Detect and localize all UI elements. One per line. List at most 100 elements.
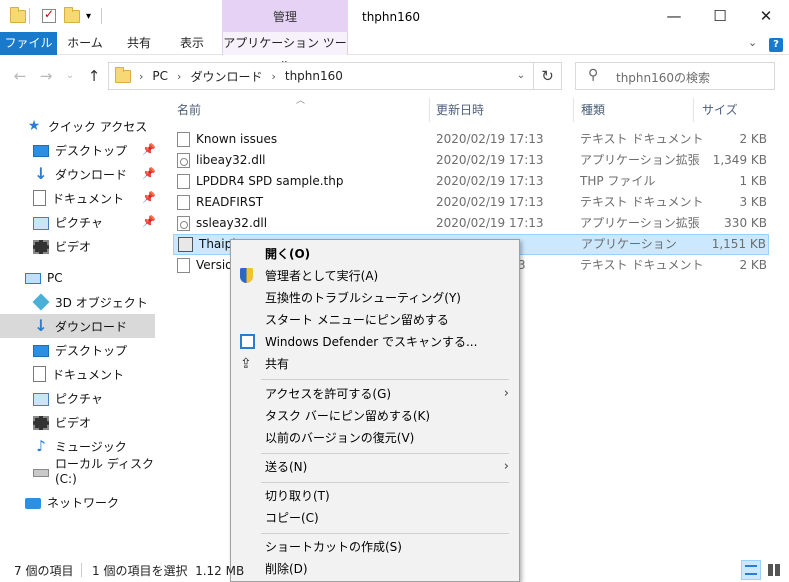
column-header-size[interactable]: サイズ — [702, 98, 762, 122]
menu-item-restore-previous-versions[interactable]: 以前のバージョンの復元(V) — [231, 427, 519, 449]
column-header-name[interactable]: 名前 — [177, 98, 427, 122]
menu-separator — [261, 533, 509, 534]
breadcrumb-separator: › — [139, 69, 144, 83]
nav-pc-desktop[interactable]: デスクトップ — [0, 338, 155, 362]
nav-pc-3d-objects[interactable]: 3D オブジェクト — [0, 290, 155, 314]
download-icon: ↓ — [34, 316, 48, 335]
file-name: READFIRST — [196, 195, 264, 209]
breadcrumb-separator[interactable]: › — [177, 70, 181, 83]
nav-quick-pictures[interactable]: ピクチャ — [0, 210, 155, 234]
properties-icon[interactable] — [42, 0, 56, 32]
tab-application-tools[interactable]: アプリケーション ツール — [222, 32, 348, 73]
menu-label: 送る(N) — [265, 460, 308, 474]
column-divider[interactable] — [429, 98, 430, 122]
file-type: アプリケーション拡張 — [580, 153, 700, 167]
nav-pc[interactable]: PC — [0, 266, 155, 290]
menu-item-cut[interactable]: 切り取り(T) — [231, 485, 519, 507]
qat-separator — [101, 0, 102, 32]
document-icon — [33, 190, 46, 206]
file-size: 2 KB — [739, 132, 767, 146]
file-row[interactable]: libeay32.dll 2020/02/19 17:13 アプリケーション拡張… — [173, 150, 769, 171]
forward-button[interactable]: → — [36, 66, 56, 86]
column-divider[interactable] — [693, 98, 694, 122]
nav-pc-downloads[interactable]: ↓ ダウンロード — [0, 314, 155, 338]
tab-share[interactable]: 共有 — [114, 32, 164, 55]
file-type: THP ファイル — [580, 174, 656, 188]
breadcrumb-separator[interactable]: › — [271, 70, 275, 83]
menu-label: Windows Defender でスキャンする... — [265, 335, 478, 349]
menu-label: コピー(C) — [265, 511, 319, 525]
nav-label: ドキュメント — [52, 191, 125, 206]
back-button[interactable]: ← — [10, 66, 30, 86]
nav-quick-access[interactable]: ★ クイック アクセス — [0, 114, 155, 138]
menu-item-run-as-admin[interactable]: 管理者として実行(A) — [231, 265, 519, 287]
menu-label: ショートカットの作成(S) — [265, 540, 402, 554]
menu-item-pin-to-start[interactable]: スタート メニューにピン留めする — [231, 309, 519, 331]
file-row[interactable]: Known issues 2020/02/19 17:13 テキスト ドキュメン… — [173, 129, 769, 150]
nav-pc-video[interactable]: ビデオ — [0, 410, 155, 434]
tab-file[interactable]: ファイル — [0, 32, 57, 55]
maximize-button[interactable]: ☐ — [697, 0, 743, 32]
context-menu: 開く(O) 管理者として実行(A) 互換性のトラブルシューティング(Y) スター… — [230, 239, 520, 582]
menu-item-share[interactable]: ⇪ 共有 — [231, 353, 519, 375]
menu-item-give-access[interactable]: アクセスを許可する(G) › — [231, 383, 519, 405]
text-file-icon — [177, 132, 190, 147]
menu-item-copy[interactable]: コピー(C) — [231, 507, 519, 529]
file-date: 2020/02/19 17:13 — [436, 216, 544, 230]
nav-pc-pictures[interactable]: ピクチャ — [0, 386, 155, 410]
nav-pc-documents[interactable]: ドキュメント — [0, 362, 155, 386]
thp-file-icon — [177, 174, 190, 189]
file-type: アプリケーション — [581, 237, 677, 251]
nav-quick-desktop[interactable]: デスクトップ — [0, 138, 155, 162]
help-icon[interactable]: ? — [769, 38, 783, 52]
breadcrumb-current-folder[interactable]: thphn160 — [285, 69, 343, 83]
nav-label: デスクトップ — [55, 143, 128, 158]
column-divider[interactable] — [573, 98, 574, 122]
customize-qat-icon[interactable]: ▾ — [86, 0, 91, 32]
file-row[interactable]: ssleay32.dll 2020/02/19 17:13 アプリケーション拡張… — [173, 213, 769, 234]
column-header-date[interactable]: 更新日時 — [436, 98, 571, 122]
collapse-ribbon-icon[interactable]: ⌄ — [748, 36, 757, 49]
new-folder-icon[interactable] — [64, 0, 80, 32]
menu-item-delete[interactable]: 削除(D) — [231, 558, 519, 580]
share-icon: ⇪ — [240, 356, 252, 372]
menu-item-pin-to-taskbar[interactable]: タスク バーにピン留めする(K) — [231, 405, 519, 427]
nav-quick-documents[interactable]: ドキュメント — [0, 186, 155, 210]
video-icon — [33, 415, 49, 430]
nav-label: クイック アクセス — [48, 119, 148, 134]
details-view-button[interactable] — [741, 560, 761, 580]
search-box[interactable]: ⚲ thphn160の検索 — [575, 62, 775, 90]
breadcrumb-pc[interactable]: PC — [152, 69, 168, 83]
menu-item-create-shortcut[interactable]: ショートカットの作成(S) — [231, 536, 519, 558]
menu-item-defender-scan[interactable]: Windows Defender でスキャンする... — [231, 331, 519, 353]
nav-quick-video[interactable]: ビデオ — [0, 234, 155, 258]
address-bar[interactable]: › PC › ダウンロード › thphn160 ⌄ ↻ — [108, 62, 562, 90]
manage-contextual-tab[interactable]: 管理 — [222, 0, 348, 34]
menu-label: 開く(O) — [265, 247, 311, 261]
menu-item-send-to[interactable]: 送る(N) › — [231, 456, 519, 478]
text-file-icon — [177, 258, 190, 273]
tab-view[interactable]: 表示 — [167, 32, 217, 55]
file-row[interactable]: LPDDR4 SPD sample.thp 2020/02/19 17:13 T… — [173, 171, 769, 192]
up-button[interactable]: ↑ — [84, 66, 104, 86]
file-type: テキスト ドキュメント — [580, 195, 704, 209]
nav-pc-local-disk[interactable]: ローカル ディスク (C:) — [0, 457, 155, 486]
refresh-button[interactable]: ↻ — [533, 63, 561, 89]
column-header-type[interactable]: 種類 — [581, 98, 691, 122]
breadcrumb-downloads[interactable]: ダウンロード — [190, 68, 262, 85]
close-button[interactable]: ✕ — [743, 0, 789, 32]
nav-quick-downloads[interactable]: ↓ ダウンロード — [0, 162, 155, 186]
defender-icon — [240, 334, 255, 349]
menu-item-open[interactable]: 開く(O) — [231, 243, 519, 265]
tab-home[interactable]: ホーム — [60, 32, 110, 55]
nav-label: ネットワーク — [47, 495, 120, 510]
nav-network[interactable]: ネットワーク — [0, 490, 155, 514]
large-icons-view-button[interactable] — [764, 560, 784, 580]
nav-label: ローカル ディスク (C:) — [55, 456, 154, 486]
address-dropdown-icon[interactable]: ⌄ — [513, 63, 529, 89]
minimize-button[interactable]: — — [651, 0, 697, 32]
file-size: 1,151 KB — [711, 237, 766, 251]
recent-locations-dropdown[interactable]: ⌄ — [60, 66, 80, 86]
file-row[interactable]: READFIRST 2020/02/19 17:13 テキスト ドキュメント 3… — [173, 192, 769, 213]
menu-item-troubleshoot-compatibility[interactable]: 互換性のトラブルシューティング(Y) — [231, 287, 519, 309]
